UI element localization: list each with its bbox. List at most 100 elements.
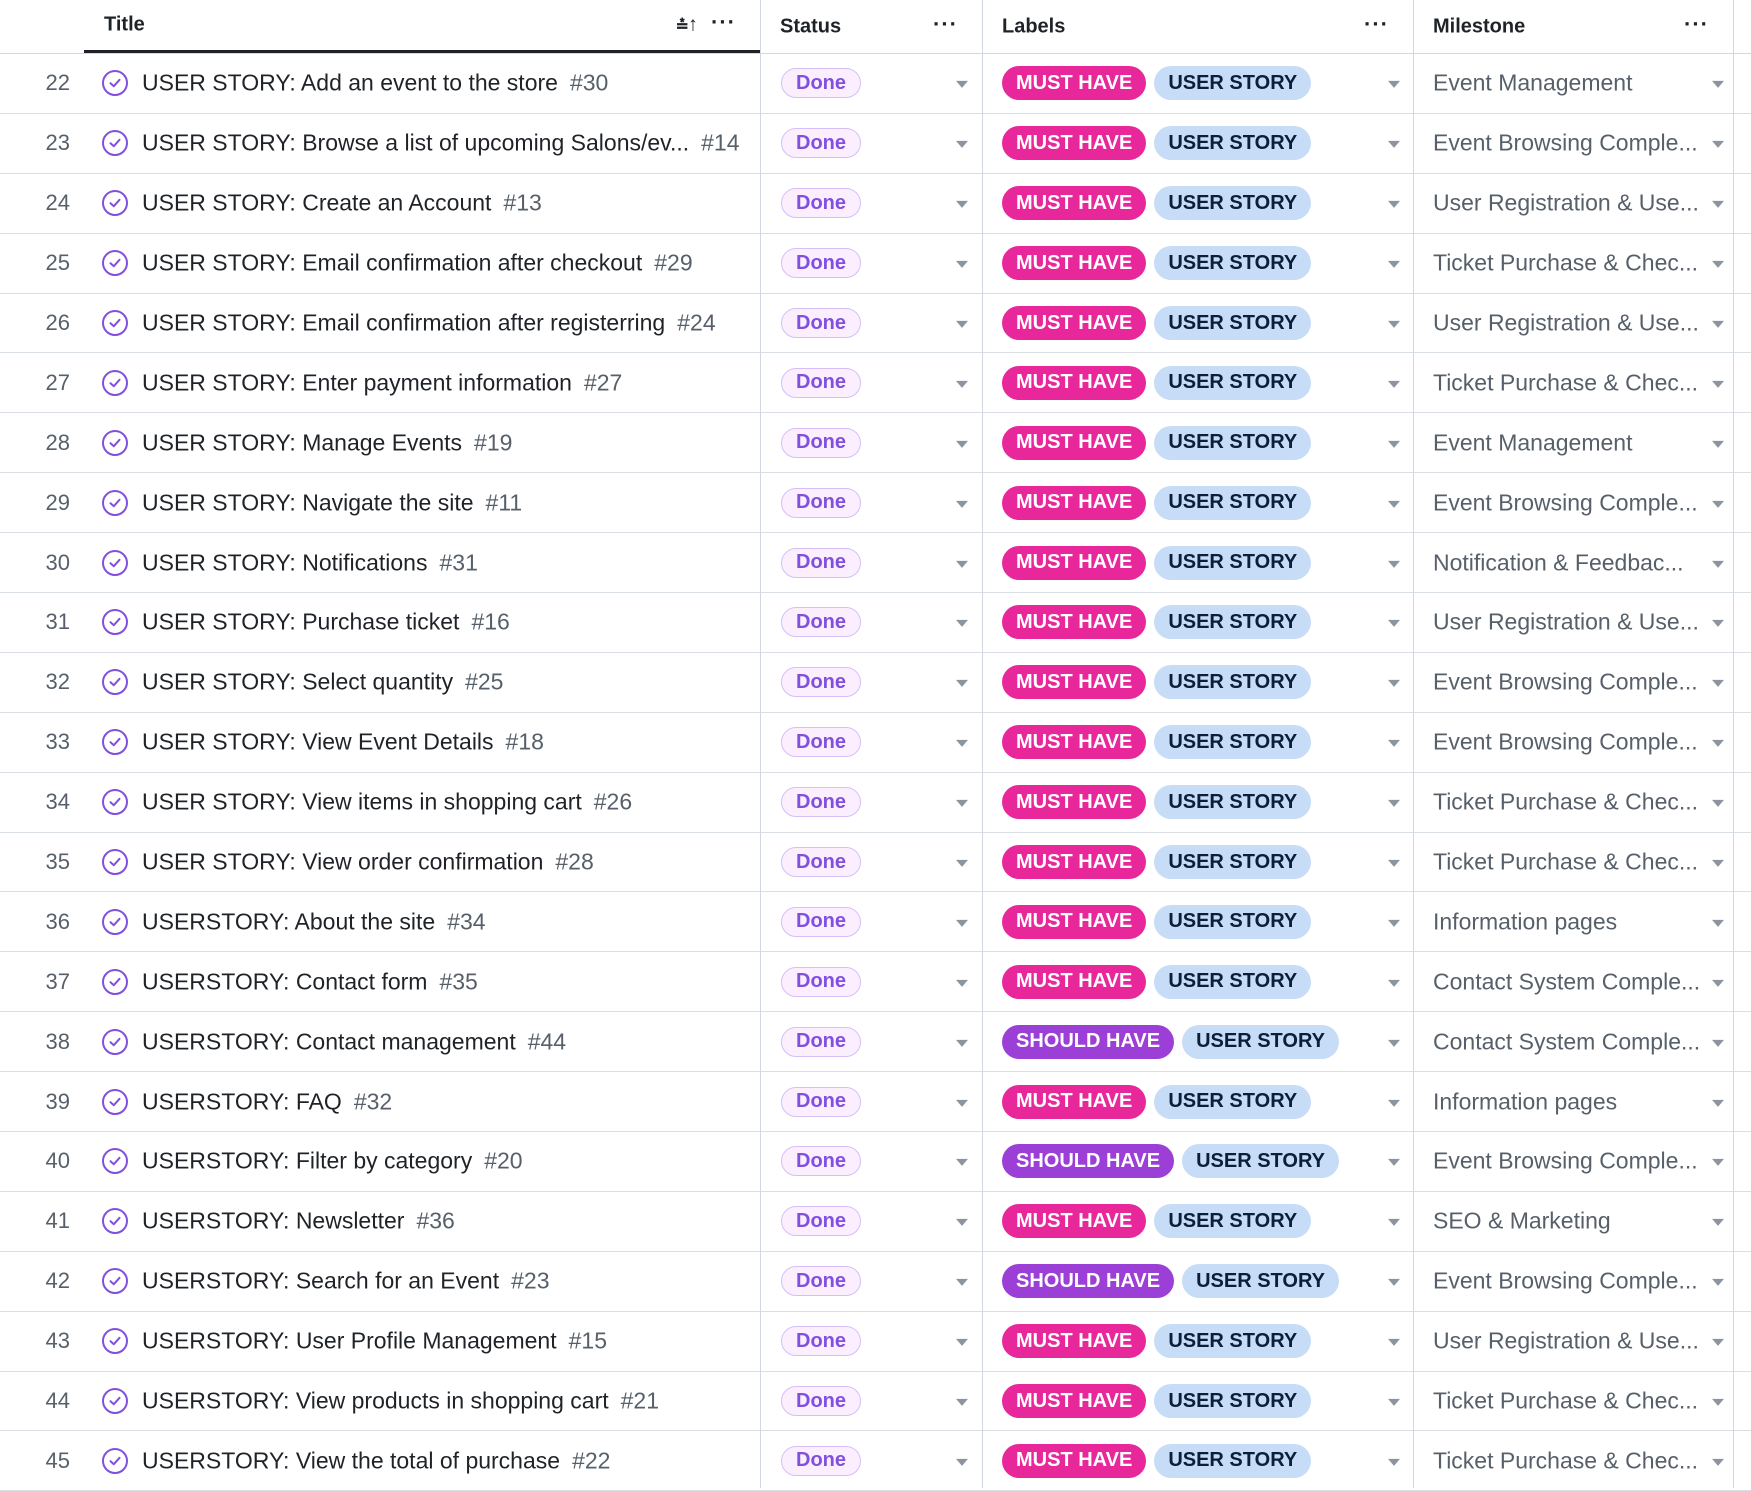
status-dropdown-caret-icon[interactable] [956,380,968,388]
labels-column-menu-icon[interactable]: ··· [1364,11,1389,37]
issue-number[interactable]: #35 [439,968,477,994]
issue-title-link[interactable]: USERSTORY: FAQ [142,1088,342,1114]
issue-number[interactable]: #22 [572,1447,610,1473]
status-dropdown-caret-icon[interactable] [956,1039,968,1047]
title-column-menu-icon[interactable]: ··· [711,9,736,35]
issue-number[interactable]: #16 [471,609,509,635]
milestone-value[interactable]: Event Browsing Comple... [1433,1268,1698,1295]
label-user-story[interactable]: USER STORY [1154,605,1312,640]
issue-title-link[interactable]: USERSTORY: View the total of purchase [142,1447,560,1473]
label-user-story[interactable]: USER STORY [1154,1204,1312,1239]
label-user-story[interactable]: USER STORY [1154,785,1312,820]
milestone-dropdown-caret-icon[interactable] [1712,740,1724,748]
milestone-value[interactable]: Ticket Purchase & Chec... [1433,1388,1698,1415]
column-divider[interactable] [1733,0,1734,1488]
milestone-dropdown-caret-icon[interactable] [1712,201,1724,209]
label-must-have[interactable]: MUST HAVE [1002,246,1147,281]
labels-dropdown-caret-icon[interactable] [1388,201,1400,209]
milestone-value[interactable]: Contact System Comple... [1433,1028,1700,1055]
status-dropdown-caret-icon[interactable] [956,500,968,508]
issue-number[interactable]: #28 [555,849,593,875]
milestone-dropdown-caret-icon[interactable] [1712,979,1724,987]
label-must-have[interactable]: MUST HAVE [1002,545,1147,580]
label-must-have[interactable]: MUST HAVE [1002,1384,1147,1419]
status-badge[interactable]: Done [781,1146,861,1177]
milestone-value[interactable]: User Registration & Use... [1433,1328,1699,1355]
issue-number[interactable]: #18 [506,729,544,755]
status-badge[interactable]: Done [781,367,861,398]
milestone-value[interactable]: Information pages [1433,1088,1617,1115]
issue-number[interactable]: #24 [677,310,715,336]
labels-dropdown-caret-icon[interactable] [1388,261,1400,269]
milestone-value[interactable]: Event Browsing Comple... [1433,729,1698,756]
status-badge[interactable]: Done [781,1266,861,1297]
labels-dropdown-caret-icon[interactable] [1388,320,1400,328]
column-header-title[interactable]: Title ⩮↑ ··· [84,0,760,53]
issue-number[interactable]: #14 [701,130,739,156]
status-dropdown-caret-icon[interactable] [956,1099,968,1107]
status-dropdown-caret-icon[interactable] [956,800,968,808]
label-should-have[interactable]: SHOULD HAVE [1002,1264,1175,1299]
issue-title-link[interactable]: USERSTORY: Contact form [142,968,427,994]
issue-title-link[interactable]: USER STORY: Enter payment information [142,369,572,395]
table-row[interactable]: 31 USER STORY: Purchase ticket #16 Done MUST… [0,593,1751,653]
label-must-have[interactable]: MUST HAVE [1002,605,1147,640]
label-user-story[interactable]: USER STORY [1154,725,1312,760]
issue-title-link[interactable]: USERSTORY: Newsletter [142,1208,404,1234]
label-user-story[interactable]: USER STORY [1154,246,1312,281]
status-dropdown-caret-icon[interactable] [956,560,968,568]
table-row[interactable]: 23 USER STORY: Browse a list of upcoming … [0,114,1751,174]
table-row[interactable]: 39 USERSTORY: FAQ #32 Done MUST HAVE USER STO… [0,1072,1751,1133]
issue-number[interactable]: #20 [484,1148,522,1174]
labels-dropdown-caret-icon[interactable] [1388,1219,1400,1227]
labels-dropdown-caret-icon[interactable] [1388,979,1400,987]
issue-title-link[interactable]: USERSTORY: Search for an Event [142,1268,499,1294]
table-row[interactable]: 32 USER STORY: Select quantity #25 Done MUST… [0,653,1751,713]
label-must-have[interactable]: MUST HAVE [1002,306,1147,340]
status-badge[interactable]: Done [781,487,861,518]
status-badge[interactable]: Done [781,188,861,219]
milestone-dropdown-caret-icon[interactable] [1712,500,1724,508]
status-badge[interactable]: Done [781,128,861,159]
status-dropdown-caret-icon[interactable] [956,261,968,269]
status-dropdown-caret-icon[interactable] [956,620,968,628]
labels-dropdown-caret-icon[interactable] [1388,800,1400,808]
label-user-story[interactable]: USER STORY [1182,1024,1340,1059]
label-user-story[interactable]: USER STORY [1154,186,1312,221]
table-row[interactable]: 44 USERSTORY: View products in shopping c… [0,1372,1751,1432]
issue-number[interactable]: #27 [584,369,622,395]
label-should-have[interactable]: SHOULD HAVE [1002,1144,1175,1179]
label-must-have[interactable]: MUST HAVE [1002,725,1147,760]
label-must-have[interactable]: MUST HAVE [1002,66,1147,101]
issue-number[interactable]: #11 [486,489,523,515]
milestone-dropdown-caret-icon[interactable] [1712,1219,1724,1227]
milestone-value[interactable]: Information pages [1433,908,1617,935]
milestone-value[interactable]: Event Management [1433,70,1632,97]
status-dropdown-caret-icon[interactable] [956,1159,968,1167]
issue-title-link[interactable]: USER STORY: View Event Details [142,729,494,755]
labels-dropdown-caret-icon[interactable] [1388,141,1400,149]
labels-dropdown-caret-icon[interactable] [1388,440,1400,448]
labels-dropdown-caret-icon[interactable] [1388,380,1400,388]
status-badge[interactable]: Done [781,1386,861,1417]
milestone-dropdown-caret-icon[interactable] [1712,380,1724,388]
labels-dropdown-caret-icon[interactable] [1388,1398,1400,1406]
status-badge[interactable]: Done [781,1206,861,1237]
status-dropdown-caret-icon[interactable] [956,740,968,748]
column-divider[interactable] [982,0,983,1488]
label-must-have[interactable]: MUST HAVE [1002,1443,1147,1478]
labels-dropdown-caret-icon[interactable] [1388,81,1400,89]
label-must-have[interactable]: MUST HAVE [1002,186,1147,221]
label-user-story[interactable]: USER STORY [1154,485,1312,520]
label-must-have[interactable]: MUST HAVE [1002,365,1147,400]
issue-number[interactable]: #32 [354,1088,392,1114]
labels-dropdown-caret-icon[interactable] [1388,1279,1400,1287]
issue-title-link[interactable]: USER STORY: Browse a list of upcoming Sa… [142,130,689,156]
label-user-story[interactable]: USER STORY [1154,665,1312,700]
milestone-value[interactable]: Notification & Feedbac... [1433,549,1684,576]
label-must-have[interactable]: MUST HAVE [1002,964,1147,999]
labels-dropdown-caret-icon[interactable] [1388,1039,1400,1047]
label-must-have[interactable]: MUST HAVE [1002,785,1147,820]
milestone-dropdown-caret-icon[interactable] [1712,800,1724,808]
table-row[interactable]: 33 USER STORY: View Event Details #18 Done M… [0,713,1751,773]
